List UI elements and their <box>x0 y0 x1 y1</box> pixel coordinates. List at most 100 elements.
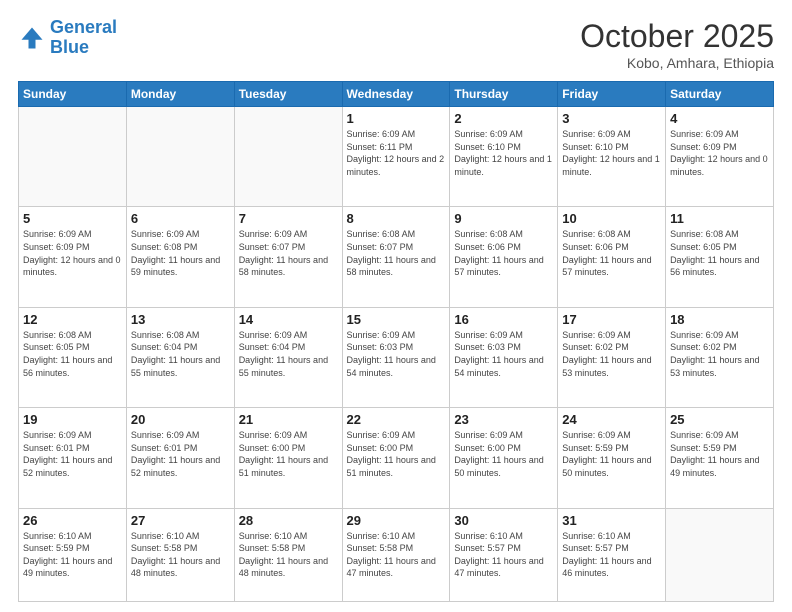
logo-text: General Blue <box>50 18 117 58</box>
day-info: Sunrise: 6:10 AM Sunset: 5:57 PM Dayligh… <box>454 530 553 580</box>
calendar-cell: 24 Sunrise: 6:09 AM Sunset: 5:59 PM Dayli… <box>558 408 666 508</box>
weekday-header-friday: Friday <box>558 82 666 107</box>
calendar-cell: 21 Sunrise: 6:09 AM Sunset: 6:00 PM Dayli… <box>234 408 342 508</box>
calendar-cell: 1 Sunrise: 6:09 AM Sunset: 6:11 PM Daylig… <box>342 107 450 207</box>
calendar-cell: 23 Sunrise: 6:09 AM Sunset: 6:00 PM Dayli… <box>450 408 558 508</box>
day-info: Sunrise: 6:09 AM Sunset: 6:00 PM Dayligh… <box>454 429 553 479</box>
calendar-cell: 9 Sunrise: 6:08 AM Sunset: 6:06 PM Daylig… <box>450 207 558 307</box>
day-number: 8 <box>347 211 446 226</box>
day-number: 23 <box>454 412 553 427</box>
day-number: 27 <box>131 513 230 528</box>
day-info: Sunrise: 6:08 AM Sunset: 6:05 PM Dayligh… <box>23 329 122 379</box>
week-row-0: 1 Sunrise: 6:09 AM Sunset: 6:11 PM Daylig… <box>19 107 774 207</box>
week-row-1: 5Sunrise: 6:09 AM Sunset: 6:09 PM Daylig… <box>19 207 774 307</box>
day-info: Sunrise: 6:09 AM Sunset: 6:10 PM Dayligh… <box>454 128 553 178</box>
day-number: 29 <box>347 513 446 528</box>
day-number: 17 <box>562 312 661 327</box>
calendar-cell: 29 Sunrise: 6:10 AM Sunset: 5:58 PM Dayli… <box>342 508 450 602</box>
calendar-cell: 26Sunrise: 6:10 AM Sunset: 5:59 PM Dayli… <box>19 508 127 602</box>
day-info: Sunrise: 6:10 AM Sunset: 5:58 PM Dayligh… <box>131 530 230 580</box>
day-number: 20 <box>131 412 230 427</box>
day-number: 2 <box>454 111 553 126</box>
day-number: 14 <box>239 312 338 327</box>
calendar-cell: 15 Sunrise: 6:09 AM Sunset: 6:03 PM Dayli… <box>342 307 450 407</box>
day-info: Sunrise: 6:09 AM Sunset: 6:10 PM Dayligh… <box>562 128 661 178</box>
week-row-3: 19 Sunrise: 6:09 AM Sunset: 6:01 PM Dayli… <box>19 408 774 508</box>
calendar-cell: 8 Sunrise: 6:08 AM Sunset: 6:07 PM Daylig… <box>342 207 450 307</box>
calendar-cell: 13 Sunrise: 6:08 AM Sunset: 6:04 PM Dayli… <box>126 307 234 407</box>
weekday-header-sunday: Sunday <box>19 82 127 107</box>
weekday-header-row: SundayMondayTuesdayWednesdayThursdayFrid… <box>19 82 774 107</box>
weekday-header-wednesday: Wednesday <box>342 82 450 107</box>
day-number: 6 <box>131 211 230 226</box>
day-number: 12 <box>23 312 122 327</box>
calendar-cell: 25Sunrise: 6:09 AM Sunset: 5:59 PM Dayli… <box>666 408 774 508</box>
calendar-cell: 11Sunrise: 6:08 AM Sunset: 6:05 PM Dayli… <box>666 207 774 307</box>
calendar-cell: 31Sunrise: 6:10 AM Sunset: 5:57 PM Dayli… <box>558 508 666 602</box>
calendar-cell: 14 Sunrise: 6:09 AM Sunset: 6:04 PM Dayli… <box>234 307 342 407</box>
day-number: 15 <box>347 312 446 327</box>
day-info: Sunrise: 6:08 AM Sunset: 6:07 PM Dayligh… <box>347 228 446 278</box>
day-info: Sunrise: 6:09 AM Sunset: 6:03 PM Dayligh… <box>347 329 446 379</box>
calendar-cell: 5Sunrise: 6:09 AM Sunset: 6:09 PM Daylig… <box>19 207 127 307</box>
day-info: Sunrise: 6:09 AM Sunset: 5:59 PM Dayligh… <box>670 429 769 479</box>
day-info: Sunrise: 6:09 AM Sunset: 6:09 PM Dayligh… <box>670 128 769 178</box>
logo-icon <box>18 24 46 52</box>
calendar-table: SundayMondayTuesdayWednesdayThursdayFrid… <box>18 81 774 602</box>
day-number: 28 <box>239 513 338 528</box>
day-info: Sunrise: 6:10 AM Sunset: 5:57 PM Dayligh… <box>562 530 661 580</box>
day-info: Sunrise: 6:09 AM Sunset: 6:07 PM Dayligh… <box>239 228 338 278</box>
day-number: 18 <box>670 312 769 327</box>
calendar-cell: 7Sunrise: 6:09 AM Sunset: 6:07 PM Daylig… <box>234 207 342 307</box>
day-info: Sunrise: 6:08 AM Sunset: 6:06 PM Dayligh… <box>562 228 661 278</box>
calendar-cell: 2 Sunrise: 6:09 AM Sunset: 6:10 PM Daylig… <box>450 107 558 207</box>
day-info: Sunrise: 6:09 AM Sunset: 6:00 PM Dayligh… <box>239 429 338 479</box>
day-number: 5 <box>23 211 122 226</box>
day-number: 16 <box>454 312 553 327</box>
day-number: 22 <box>347 412 446 427</box>
day-number: 9 <box>454 211 553 226</box>
page: General Blue October 2025 Kobo, Amhara, … <box>0 0 792 612</box>
day-info: Sunrise: 6:09 AM Sunset: 5:59 PM Dayligh… <box>562 429 661 479</box>
calendar-cell <box>666 508 774 602</box>
day-info: Sunrise: 6:09 AM Sunset: 6:02 PM Dayligh… <box>562 329 661 379</box>
day-info: Sunrise: 6:09 AM Sunset: 6:04 PM Dayligh… <box>239 329 338 379</box>
day-info: Sunrise: 6:08 AM Sunset: 6:04 PM Dayligh… <box>131 329 230 379</box>
day-info: Sunrise: 6:09 AM Sunset: 6:02 PM Dayligh… <box>670 329 769 379</box>
day-info: Sunrise: 6:10 AM Sunset: 5:58 PM Dayligh… <box>347 530 446 580</box>
day-number: 26 <box>23 513 122 528</box>
day-number: 19 <box>23 412 122 427</box>
calendar-cell <box>19 107 127 207</box>
calendar-header: SundayMondayTuesdayWednesdayThursdayFrid… <box>19 82 774 107</box>
day-number: 13 <box>131 312 230 327</box>
title-block: October 2025 Kobo, Amhara, Ethiopia <box>580 18 774 71</box>
day-number: 10 <box>562 211 661 226</box>
day-number: 4 <box>670 111 769 126</box>
logo: General Blue <box>18 18 117 58</box>
header: General Blue October 2025 Kobo, Amhara, … <box>18 18 774 71</box>
week-row-4: 26Sunrise: 6:10 AM Sunset: 5:59 PM Dayli… <box>19 508 774 602</box>
calendar-cell: 28Sunrise: 6:10 AM Sunset: 5:58 PM Dayli… <box>234 508 342 602</box>
day-info: Sunrise: 6:08 AM Sunset: 6:06 PM Dayligh… <box>454 228 553 278</box>
calendar-cell: 27 Sunrise: 6:10 AM Sunset: 5:58 PM Dayli… <box>126 508 234 602</box>
day-number: 1 <box>347 111 446 126</box>
calendar-cell: 20 Sunrise: 6:09 AM Sunset: 6:01 PM Dayli… <box>126 408 234 508</box>
calendar-cell: 6Sunrise: 6:09 AM Sunset: 6:08 PM Daylig… <box>126 207 234 307</box>
day-number: 21 <box>239 412 338 427</box>
location-subtitle: Kobo, Amhara, Ethiopia <box>580 55 774 71</box>
calendar-cell: 19 Sunrise: 6:09 AM Sunset: 6:01 PM Dayli… <box>19 408 127 508</box>
day-info: Sunrise: 6:09 AM Sunset: 6:03 PM Dayligh… <box>454 329 553 379</box>
day-number: 30 <box>454 513 553 528</box>
calendar-cell <box>234 107 342 207</box>
day-number: 3 <box>562 111 661 126</box>
calendar-cell: 17 Sunrise: 6:09 AM Sunset: 6:02 PM Dayli… <box>558 307 666 407</box>
day-info: Sunrise: 6:09 AM Sunset: 6:11 PM Dayligh… <box>347 128 446 178</box>
calendar-cell: 10 Sunrise: 6:08 AM Sunset: 6:06 PM Dayli… <box>558 207 666 307</box>
day-info: Sunrise: 6:09 AM Sunset: 6:01 PM Dayligh… <box>131 429 230 479</box>
calendar-cell <box>126 107 234 207</box>
day-number: 24 <box>562 412 661 427</box>
calendar-cell: 16 Sunrise: 6:09 AM Sunset: 6:03 PM Dayli… <box>450 307 558 407</box>
day-info: Sunrise: 6:08 AM Sunset: 6:05 PM Dayligh… <box>670 228 769 278</box>
calendar-cell: 30 Sunrise: 6:10 AM Sunset: 5:57 PM Dayli… <box>450 508 558 602</box>
day-info: Sunrise: 6:09 AM Sunset: 6:01 PM Dayligh… <box>23 429 122 479</box>
